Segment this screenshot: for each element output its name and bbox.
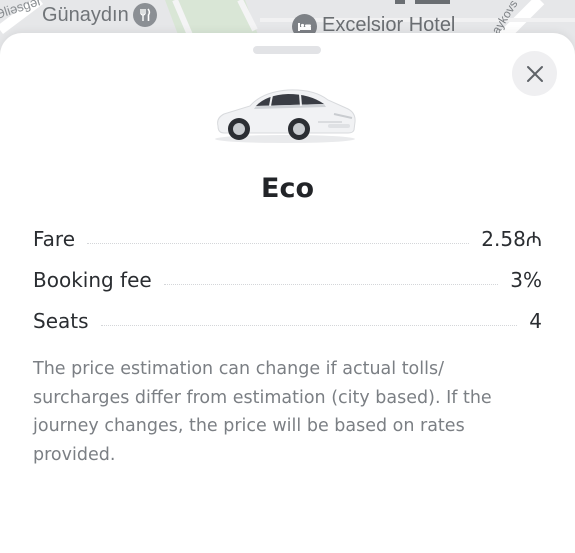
bed-icon — [298, 22, 311, 31]
map-place-label-restaurant[interactable]: Günaydın — [42, 4, 129, 27]
tariff-title: Eco — [261, 173, 314, 204]
detail-value: 3% — [510, 267, 542, 292]
close-icon — [526, 65, 543, 82]
close-button[interactable] — [512, 51, 557, 96]
dotted-leader — [163, 284, 499, 285]
detail-row-fare: Fare 2.58₼ — [33, 218, 542, 259]
detail-row-booking-fee: Booking fee 3% — [33, 259, 542, 300]
detail-label: Fare — [33, 226, 76, 251]
price-estimation-note: The price estimation can change if actua… — [33, 359, 492, 465]
detail-label: Seats — [33, 308, 89, 333]
tariff-details-list: Fare 2.58₼ Booking fee 3% Seats 4 — [33, 218, 542, 341]
car-image — [215, 89, 356, 143]
dotted-leader — [100, 325, 518, 326]
drag-handle[interactable] — [253, 46, 321, 54]
detail-value: 4 — [529, 308, 542, 333]
detail-row-seats: Seats 4 — [33, 300, 542, 341]
fork-knife-icon — [140, 8, 151, 21]
detail-label: Booking fee — [33, 267, 152, 292]
dotted-leader — [87, 243, 470, 244]
restaurant-icon[interactable] — [133, 3, 157, 27]
detail-value: 2.58₼ — [481, 227, 542, 251]
